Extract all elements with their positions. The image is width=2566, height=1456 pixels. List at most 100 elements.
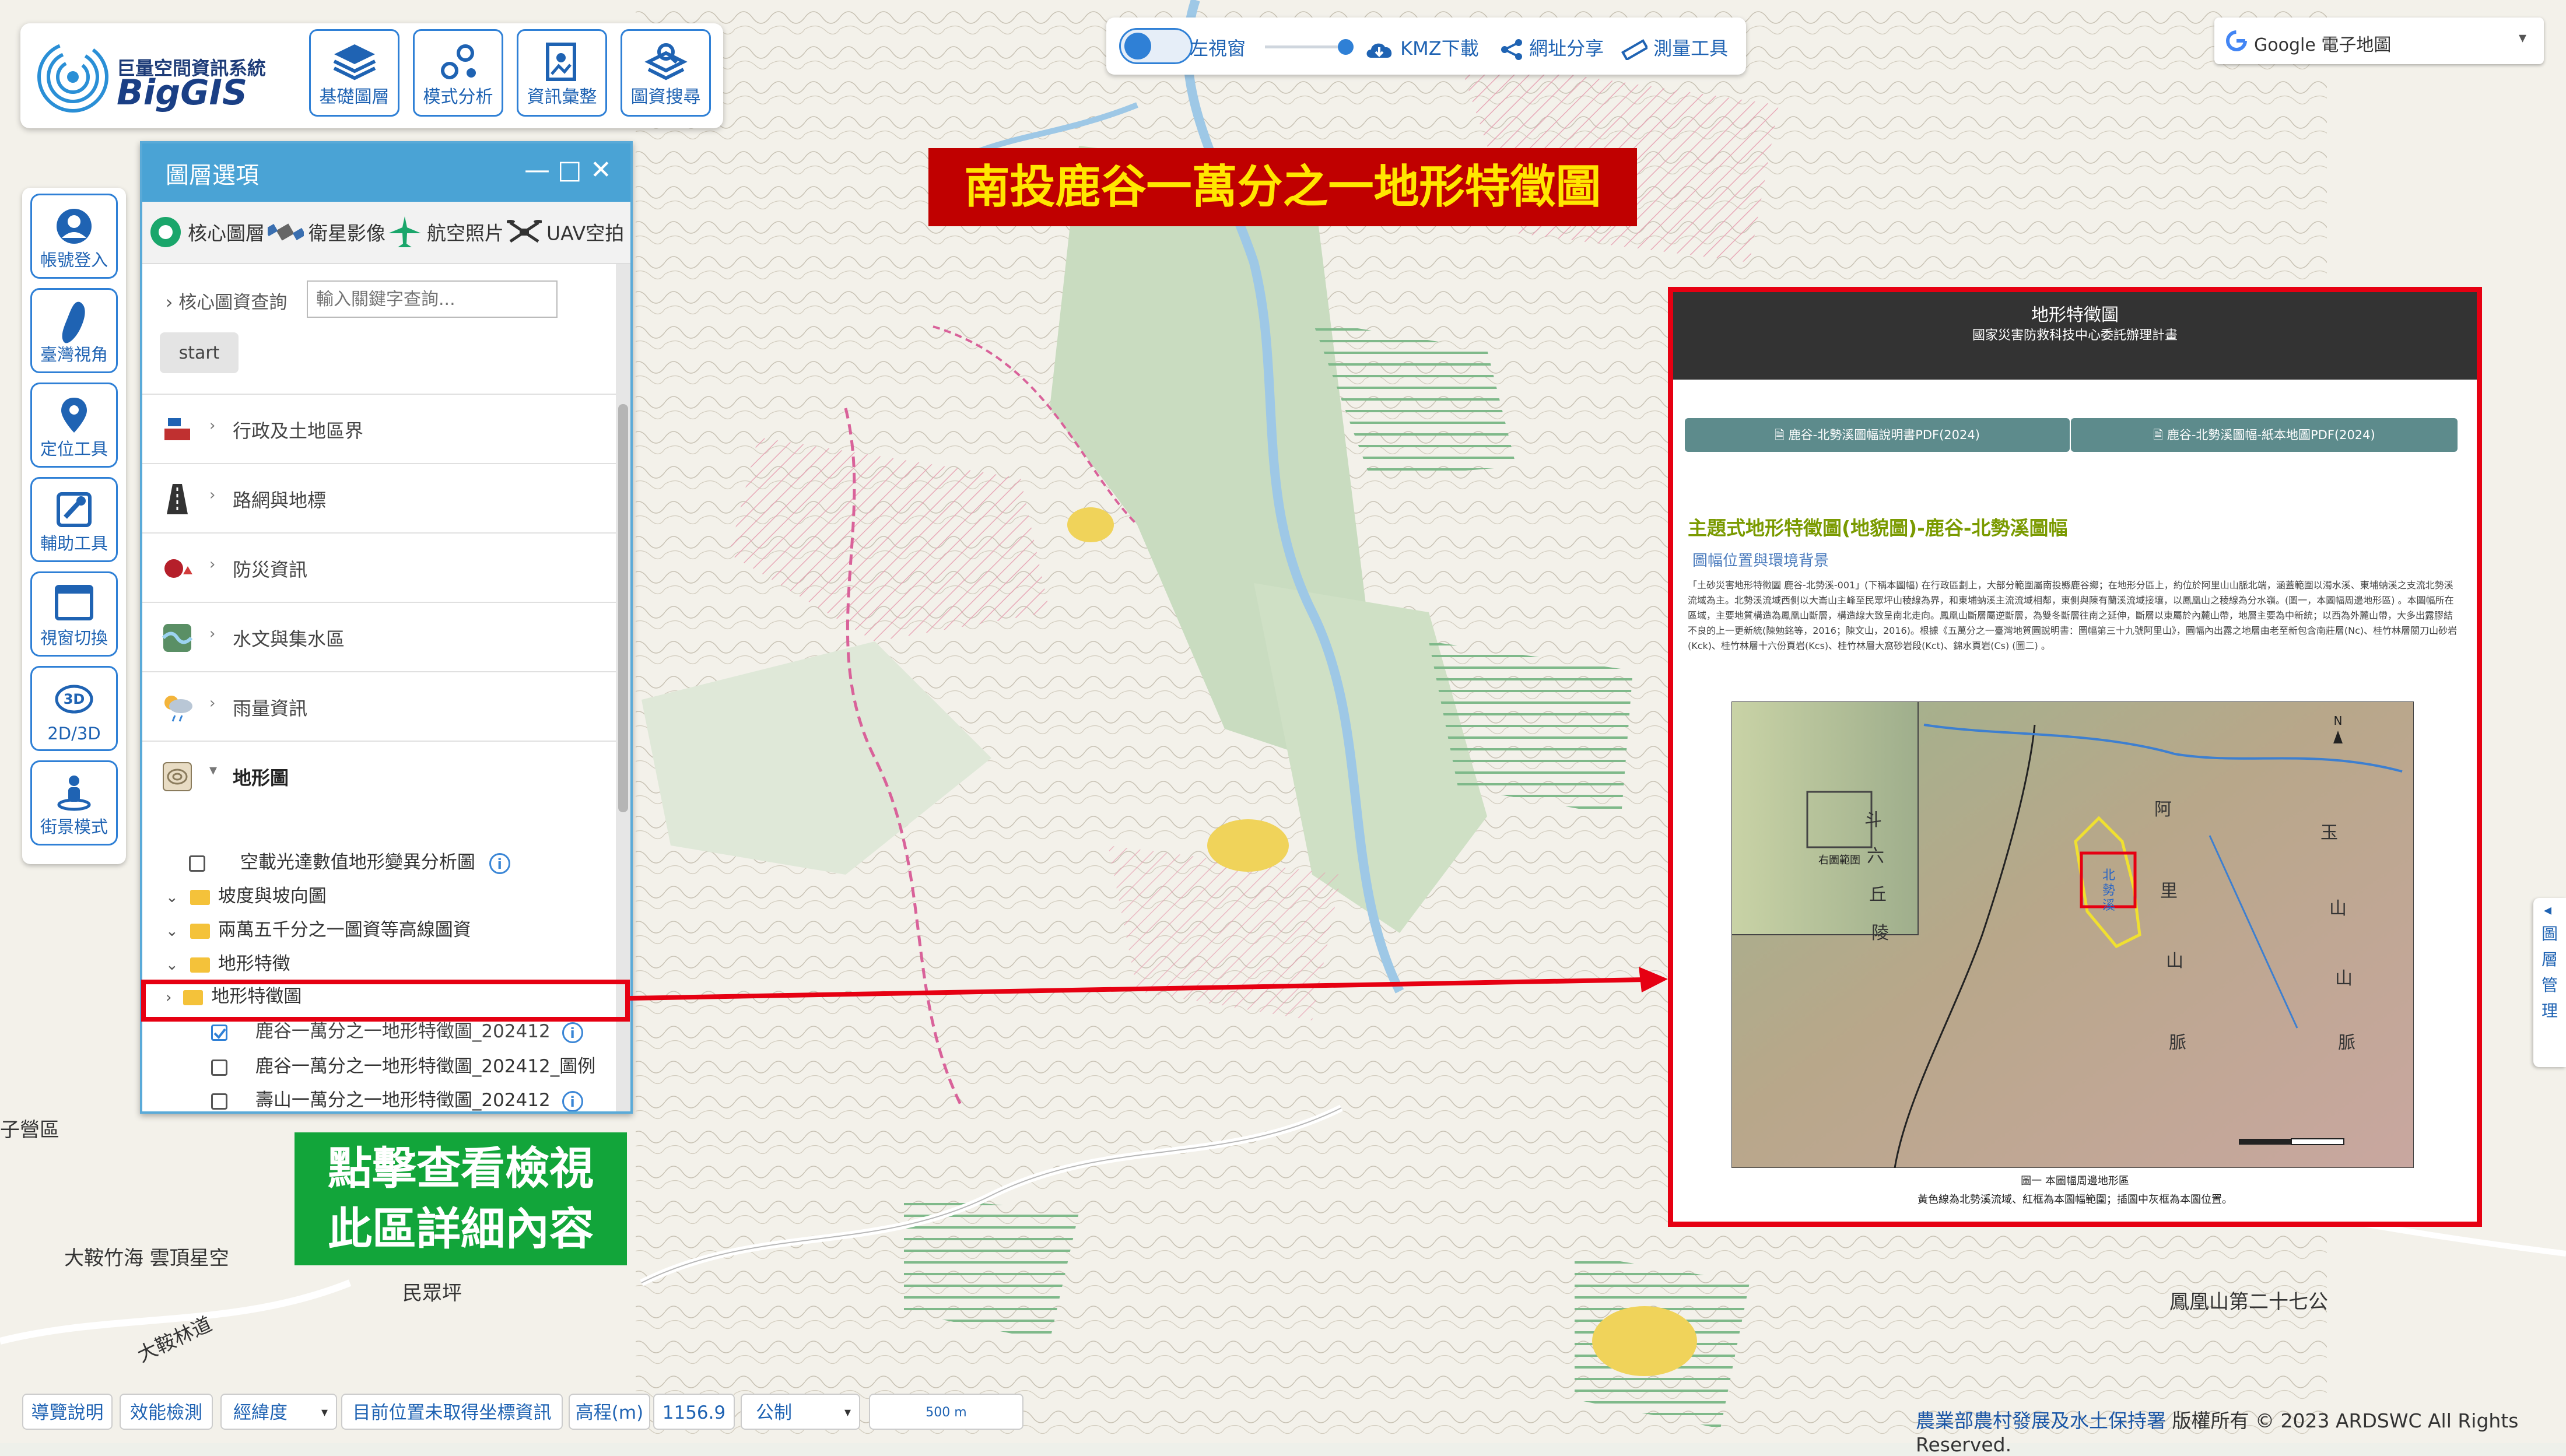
chevron-right-icon: › (209, 625, 216, 643)
tab-satellite[interactable]: 衛星影像 (264, 215, 385, 254)
core-layers-icon (148, 215, 183, 254)
checkbox[interactable] (211, 1093, 227, 1110)
document-header: 地形特徵圖 國家災害防救科技中心委託辦理計畫 (1673, 292, 2477, 380)
tree-folder-label: 兩萬五千分之一圖資等高線圖資 (218, 920, 471, 941)
basemap-select[interactable]: Google 電子地圖 ▾ (2214, 17, 2544, 64)
scale-label: 500 m (926, 1405, 967, 1420)
toolbar-analysis-button[interactable]: 模式分析 (413, 29, 503, 117)
category-label: 防災資訊 (233, 559, 308, 581)
tree-layer-shoushan[interactable]: 壽山一萬分之一地形特徵圖_202412 i (211, 1085, 583, 1111)
pdf-paper-map-label: 鹿谷-北勢溪圖幅-紙本地圖PDF(2024) (2167, 428, 2375, 442)
sidebar-tools-button[interactable]: 輔助工具 (30, 477, 118, 562)
opacity-slider[interactable] (1265, 39, 1354, 55)
sidebar-2d3d-button[interactable]: 3D 2D/3D (30, 666, 118, 751)
tree-item-lidar[interactable]: 空載光達數值地形變異分析圖 i (189, 847, 510, 876)
minimize-icon[interactable]: — (524, 155, 550, 185)
chevron-down-icon: ▾ (2519, 29, 2527, 47)
sidebar-window-switch-button[interactable]: 視窗切換 (30, 571, 118, 657)
tab-aerial[interactable]: 航空照片 (387, 215, 504, 254)
core-query-label: › 核心圖資查詢 (166, 292, 288, 313)
sidebar-location-button[interactable]: 定位工具 (30, 383, 118, 468)
checkbox-checked[interactable] (211, 1024, 227, 1041)
performance-test-button[interactable]: 效能檢測 (120, 1394, 213, 1430)
layer-management-tab[interactable]: ◂ 圖層管理 (2533, 898, 2566, 1067)
checkbox[interactable] (189, 855, 205, 872)
category-road[interactable]: › 路網與地標 (142, 463, 616, 532)
category-hazard[interactable]: › 防災資訊 (142, 532, 616, 602)
category-boundary[interactable]: › 行政及土地區界 (142, 394, 616, 463)
scrollbar-thumb[interactable] (618, 404, 628, 812)
category-hydrology[interactable]: › 水文與集水區 (142, 602, 616, 671)
share-url-button[interactable]: 網址分享 (1500, 34, 1604, 61)
info-icon[interactable]: i (489, 852, 510, 874)
tree-folder-feature[interactable]: ⌄ 地形特徵 (166, 949, 290, 978)
chevron-right-icon: › (209, 417, 216, 434)
tree-item-label: 壽山一萬分之一地形特徵圖_202412 (255, 1090, 551, 1111)
elevation-label: 高程(m) (569, 1394, 650, 1430)
pdf-paper-map-button[interactable]: 🗎 鹿谷-北勢溪圖幅-紙本地圖PDF(2024) (2071, 418, 2458, 452)
pdf-manual-button[interactable]: 🗎 鹿谷-北勢溪圖幅說明書PDF(2024) (1685, 418, 2070, 452)
close-icon[interactable]: ✕ (590, 155, 612, 185)
left-window-toggle[interactable] (1119, 28, 1193, 64)
tab-core-layers[interactable]: 核心圖層 (148, 215, 265, 254)
tab-label: UAV空拍 (546, 222, 625, 245)
sidebar-label: 臺灣視角 (40, 345, 108, 364)
hint-line-1: 點擊查看檢視 (328, 1142, 594, 1194)
chevron-down-icon[interactable]: ⌄ (166, 922, 178, 940)
toolbar-basic-layers-button[interactable]: 基礎圖層 (309, 29, 399, 117)
guide-button[interactable]: 導覽說明 (22, 1394, 113, 1430)
core-query-input[interactable] (307, 280, 558, 318)
category-label: 地形圖 (233, 767, 289, 789)
category-terrain[interactable]: ▾ 地形圖 (142, 741, 616, 810)
left-window-label[interactable]: 左視窗 (1190, 34, 1246, 61)
footer-org-link[interactable]: 農業部農村發展及水土保持署 (1916, 1409, 2166, 1432)
map-label-poi[interactable]: 大鞍竹海 雲頂星空 (64, 1242, 229, 1271)
top-toolbar: 左視窗 KMZ下載 網址分享 測量工具 (1106, 17, 1746, 75)
chevron-down-icon[interactable]: ⌄ (166, 889, 178, 906)
figure-caption-note: 黃色線為北勢溪流域、紅框為本圖幅範圍；插圖中灰框為本圖位置。 (1918, 1194, 2232, 1206)
3d-icon: 3D (55, 685, 93, 714)
hint-box: 點擊查看檢視 此區詳細內容 (295, 1132, 627, 1265)
taiwan-icon (62, 301, 85, 343)
basemap-selected-label: Google 電子地圖 (2254, 35, 2392, 55)
figure-caption: 圖一 本圖幅周邊地形區 (2021, 1175, 2129, 1187)
sidebar-label: 帳號登入 (40, 250, 108, 270)
measure-tool-button[interactable]: 測量工具 (1621, 34, 1728, 61)
drone-icon (506, 215, 543, 254)
selected-layer-highlight (141, 980, 630, 1022)
chevron-down-icon[interactable]: ⌄ (166, 956, 178, 974)
document-heading: 主題式地形特徵圖(地貌圖)-鹿谷-北勢溪圖幅 (1688, 517, 2068, 539)
start-button[interactable]: start (160, 332, 239, 373)
app-logo[interactable]: 巨量空間資訊系統 BigGIS (35, 30, 286, 124)
sidebar-street-view-button[interactable]: 街景模式 (30, 760, 118, 845)
info-icon[interactable]: i (562, 1090, 583, 1111)
user-icon (57, 209, 92, 244)
toolbar-map-search-button[interactable]: 圖資搜尋 (621, 29, 711, 117)
tab-uav[interactable]: UAV空拍 (506, 215, 625, 254)
tree-folder-slope[interactable]: ⌄ 坡度與坡向圖 (166, 881, 327, 910)
tree-layer-lugu-legend[interactable]: 鹿谷一萬分之一地形特徵圖_202412_圖例 (211, 1051, 595, 1080)
tree-folder-contour[interactable]: ⌄ 兩萬五千分之一圖資等高線圖資 (166, 915, 471, 944)
layers-icon (333, 44, 376, 80)
coordinate-system-select[interactable]: 經緯度 ▾ (220, 1394, 337, 1430)
unit-select[interactable]: 公制 ▾ (741, 1394, 860, 1430)
tree-folder-label: 坡度與坡向圖 (218, 886, 327, 907)
rain-icon (160, 690, 195, 727)
main-toolbar: 巨量空間資訊系統 BigGIS 基礎圖層 模式分析 資訊彙整 圖資搜尋 (20, 23, 723, 128)
category-label: 行政及土地區界 (233, 420, 364, 442)
sidebar-taiwan-view-button[interactable]: 臺灣視角 (30, 288, 118, 373)
street-view-icon (57, 776, 91, 811)
info-icon[interactable]: i (562, 1022, 583, 1043)
layer-panel-header[interactable]: 圖層選項 — □ ✕ (142, 143, 630, 202)
checkbox[interactable] (211, 1059, 227, 1076)
toolbar-report-button[interactable]: 資訊彙整 (517, 29, 607, 117)
chevron-right-icon: › (209, 486, 216, 504)
kmz-download-button[interactable]: KMZ下載 (1364, 34, 1479, 61)
sidebar-login-button[interactable]: 帳號登入 (30, 194, 118, 279)
coordinate-readout: 目前位置未取得坐標資訊 (341, 1394, 563, 1430)
folder-icon (190, 957, 210, 973)
slider-handle[interactable] (1338, 39, 1354, 55)
category-rain[interactable]: › 雨量資訊 (142, 671, 616, 741)
maximize-icon[interactable]: □ (558, 155, 582, 185)
logo-icon (37, 41, 108, 113)
